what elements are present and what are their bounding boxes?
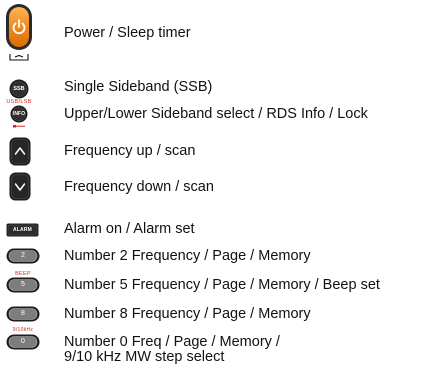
- power-button-icon: [5, 3, 33, 63]
- ssb-button-text: SSB: [13, 85, 25, 92]
- alarm-button-icon: ALARM: [6, 223, 39, 237]
- info-button-icon: USB/LSB INFO: [6, 99, 32, 129]
- legend-number-0-line2: 9/10 kHz MW step select: [64, 349, 225, 365]
- legend-info: Upper/Lower Sideband select / RDS Info /…: [64, 106, 368, 122]
- number-8-button-icon: 8: [6, 306, 40, 322]
- frequency-down-icon: [9, 172, 31, 201]
- alarm-button-text: ALARM: [12, 227, 33, 233]
- legend-number-2: Number 2 Frequency / Page / Memory: [64, 248, 311, 264]
- frequency-up-icon: [9, 137, 31, 166]
- legend-number-8: Number 8 Frequency / Page / Memory: [64, 306, 311, 322]
- number-0-text: 0: [21, 338, 25, 345]
- number-5-button-icon: BEEP 5: [6, 271, 40, 293]
- number-5-text: 5: [21, 281, 25, 288]
- legend-number-5: Number 5 Frequency / Page / Memory / Bee…: [64, 277, 380, 293]
- number-0-button-icon: 9/10kHz 0: [6, 327, 40, 351]
- number-2-text: 2: [21, 252, 25, 259]
- number-2-button-icon: 2: [6, 248, 40, 264]
- number-8-text: 8: [21, 310, 25, 317]
- ssb-button-icon: SSB: [9, 79, 29, 99]
- legend-frequency-up: Frequency up / scan: [64, 143, 196, 159]
- legend-alarm: Alarm on / Alarm set: [64, 221, 195, 237]
- legend-power: Power / Sleep timer: [64, 25, 191, 41]
- legend-frequency-down: Frequency down / scan: [64, 179, 214, 195]
- legend-ssb: Single Sideband (SSB): [64, 79, 213, 95]
- info-button-text: INFO: [13, 111, 25, 117]
